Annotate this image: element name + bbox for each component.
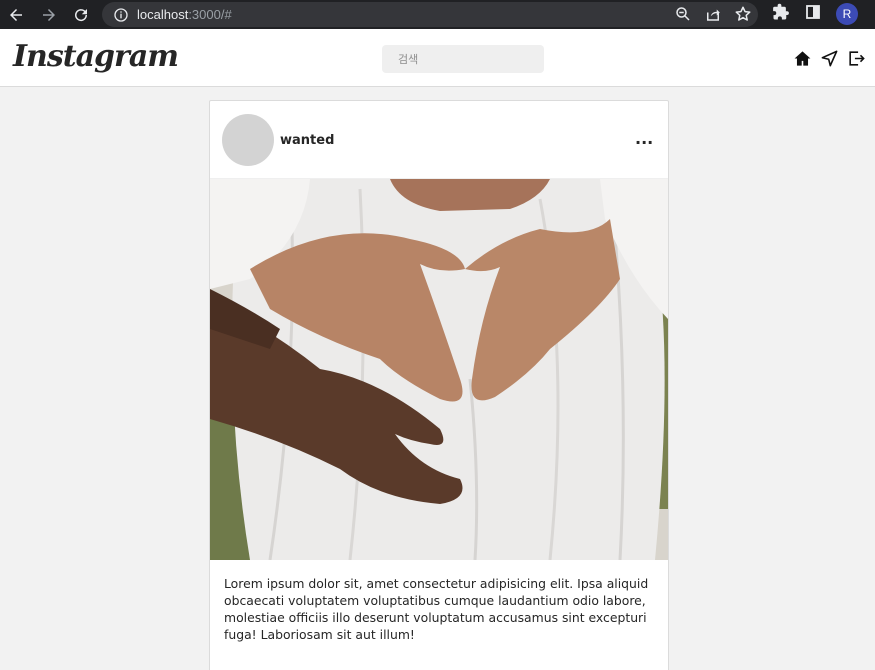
- star-icon[interactable]: [734, 5, 752, 27]
- address-bar[interactable]: localhost:3000/#: [102, 2, 758, 27]
- extensions-icon[interactable]: [772, 3, 790, 25]
- send-icon[interactable]: [820, 49, 839, 68]
- share-icon[interactable]: [704, 5, 722, 27]
- pregnancy-photo: [210, 179, 668, 560]
- info-icon[interactable]: [113, 7, 129, 23]
- post-image[interactable]: [210, 179, 668, 560]
- avatar[interactable]: [222, 114, 274, 166]
- instagram-logo[interactable]: Instagram: [13, 39, 179, 74]
- post-card: wanted ... Lorem ipsum dolor sit, amet c…: [209, 100, 669, 670]
- reload-icon[interactable]: [70, 4, 92, 26]
- browser-toolbar: localhost:3000/# R: [0, 0, 875, 29]
- home-icon[interactable]: [793, 49, 812, 68]
- post-username[interactable]: wanted: [280, 133, 334, 148]
- url-text[interactable]: localhost:3000/#: [137, 7, 232, 22]
- zoom-icon[interactable]: [674, 5, 692, 27]
- search-input[interactable]: [382, 45, 544, 73]
- post-header: wanted ...: [210, 101, 668, 179]
- profile-avatar[interactable]: R: [836, 3, 858, 25]
- app-header: Instagram: [0, 29, 875, 87]
- logout-icon[interactable]: [847, 49, 866, 68]
- back-icon[interactable]: [5, 4, 27, 26]
- sidepanel-icon[interactable]: [804, 3, 822, 25]
- forward-icon[interactable]: [38, 4, 60, 26]
- post-caption: Lorem ipsum dolor sit, amet consectetur …: [224, 576, 649, 642]
- more-options-icon[interactable]: ...: [635, 131, 653, 147]
